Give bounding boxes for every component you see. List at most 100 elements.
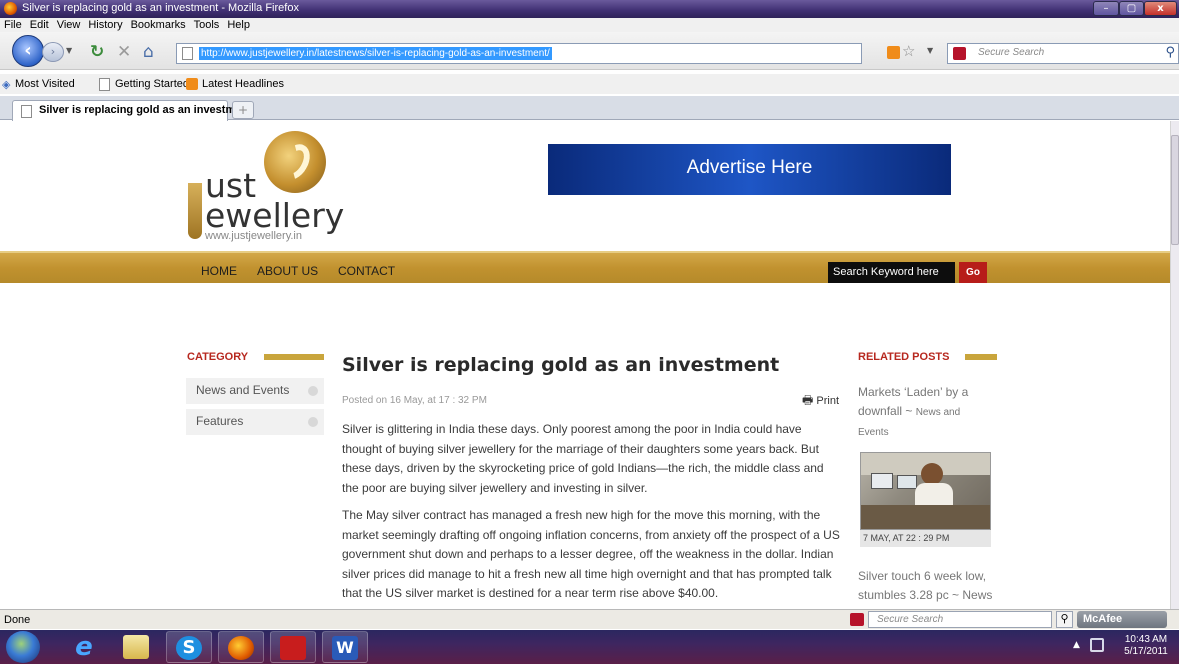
maximize-button[interactable]: ▢ <box>1119 1 1144 16</box>
url-text[interactable]: http://www.justjewellery.in/latestnews/s… <box>199 47 552 60</box>
related-post-1-category-cont: Events <box>858 427 889 438</box>
category-item-features[interactable]: Features <box>186 409 324 435</box>
taskbar-skype[interactable]: S <box>166 631 212 663</box>
bullet-icon <box>308 386 318 396</box>
search-placeholder: Secure Search <box>978 47 1045 58</box>
printer-icon: 🖶 <box>802 393 814 407</box>
taskbar-word[interactable]: W <box>322 631 368 663</box>
category-heading: CATEGORY <box>187 351 249 363</box>
taskbar-internet-explorer[interactable]: e <box>62 631 108 663</box>
article-posted-date: Posted on 16 May, at 17 : 32 PM <box>342 395 487 406</box>
taskbar-firefox[interactable] <box>218 631 264 663</box>
scrollbar-thumb[interactable] <box>1171 135 1179 245</box>
bookmarks-toolbar: ◈ Most Visited Getting Started Latest He… <box>0 74 1179 94</box>
stop-icon[interactable]: ✕ <box>117 42 131 62</box>
menu-view[interactable]: View <box>57 18 81 32</box>
taskbar-explorer[interactable] <box>114 631 160 663</box>
window-title-bar[interactable]: Silver is replacing gold as an investmen… <box>0 0 1179 18</box>
rss-feed-icon[interactable] <box>887 46 900 59</box>
bookmark-star-icon[interactable]: ☆ <box>902 42 915 60</box>
skype-icon: S <box>176 636 202 660</box>
print-label: Print <box>816 395 840 407</box>
url-dropdown-icon[interactable]: ▼ <box>927 46 933 55</box>
windows-taskbar: e S W ▲ 10:43 AM 5/17/2011 <box>0 630 1179 664</box>
most-visited-icon: ◈ <box>2 79 11 91</box>
menu-help[interactable]: Help <box>227 18 250 32</box>
related-post-photo[interactable] <box>860 452 991 530</box>
page-content: ust ewellery www.justjewellery.in Advert… <box>0 121 1170 609</box>
search-icon[interactable]: ⚲ <box>1165 45 1175 60</box>
status-bar: Done Secure Search ⚲ McAfee <box>0 609 1179 629</box>
nav-contact[interactable]: CONTACT <box>338 264 395 278</box>
category-heading-bar <box>264 354 324 360</box>
getting-started-icon <box>99 78 110 91</box>
bookmark-most-visited[interactable]: Most Visited <box>15 78 75 90</box>
site-search-input[interactable]: Search Keyword here <box>828 262 955 283</box>
navigation-toolbar: ‹ › ▼ ↻ ✕ ⌂ http://www.justjewellery.in/… <box>0 32 1179 70</box>
reload-icon[interactable]: ↻ <box>90 42 104 62</box>
firefox-icon <box>4 2 17 15</box>
bookmark-latest-headlines[interactable]: Latest Headlines <box>202 78 284 90</box>
close-button[interactable]: x <box>1144 1 1177 16</box>
mcafee-shield-icon[interactable] <box>850 613 864 626</box>
search-icon[interactable]: ⚲ <box>1056 611 1073 628</box>
firefox-icon <box>228 636 254 660</box>
start-button[interactable] <box>6 631 40 663</box>
back-button[interactable]: ‹ <box>12 35 44 67</box>
category-item-label: Features <box>196 414 244 428</box>
tab-active[interactable]: Silver is replacing gold as an investm..… <box>12 100 244 121</box>
vertical-scrollbar[interactable] <box>1170 121 1179 609</box>
nav-about-us[interactable]: ABOUT US <box>257 264 318 278</box>
article-title: Silver is replacing gold as an investmen… <box>342 354 780 376</box>
menu-edit[interactable]: Edit <box>30 18 49 32</box>
taskbar-acrobat[interactable] <box>270 631 316 663</box>
advertise-banner[interactable]: Advertise Here <box>548 144 951 195</box>
clock-date: 5/17/2011 <box>1124 646 1168 657</box>
menu-bookmarks[interactable]: Bookmarks <box>131 18 186 32</box>
related-post-photo-caption: 7 MAY, AT 22 : 29 PM <box>860 530 991 547</box>
related-post-2[interactable]: Silver touch 6 week low, stumbles 3.28 p… <box>858 567 1008 605</box>
tab-bar: Silver is replacing gold as an investm..… <box>0 96 1179 121</box>
mcafee-label: McAfee <box>1083 613 1123 625</box>
new-tab-button[interactable]: + <box>232 101 254 119</box>
home-icon[interactable]: ⌂ <box>143 42 154 62</box>
menu-bar: File Edit View History Bookmarks Tools Help <box>0 18 1179 32</box>
search-input[interactable]: Secure Search ⚲ <box>947 43 1179 64</box>
status-search-input[interactable]: Secure Search <box>868 611 1052 628</box>
window-title: Silver is replacing gold as an investmen… <box>22 2 299 14</box>
status-text: Done <box>4 614 31 626</box>
category-item-news-and-events[interactable]: News and Events <box>186 378 324 404</box>
related-post-1-line2: downfall ~ <box>858 404 916 418</box>
logo-text-line2[interactable]: ewellery <box>205 199 344 232</box>
network-icon[interactable] <box>1090 638 1104 652</box>
category-item-label: News and Events <box>196 383 290 397</box>
folder-icon <box>123 635 149 659</box>
internet-explorer-icon: e <box>75 632 93 662</box>
page-icon <box>21 105 32 118</box>
bullet-icon <box>308 417 318 427</box>
url-bar[interactable]: http://www.justjewellery.in/latestnews/s… <box>176 43 862 64</box>
rss-feed-icon <box>186 78 198 90</box>
system-clock[interactable]: 10:43 AM 5/17/2011 <box>1118 634 1174 658</box>
acrobat-icon <box>280 636 306 660</box>
page-icon <box>182 47 193 60</box>
related-post-2-category: News <box>962 588 993 602</box>
related-posts-heading: RELATED POSTS <box>858 351 950 363</box>
tray-expand-icon[interactable]: ▲ <box>1073 640 1080 650</box>
history-dropdown-icon[interactable]: ▼ <box>66 46 72 55</box>
menu-file[interactable]: File <box>4 18 22 32</box>
mcafee-button[interactable]: McAfee <box>1077 611 1167 628</box>
nav-home[interactable]: HOME <box>201 264 237 278</box>
menu-tools[interactable]: Tools <box>194 18 220 32</box>
related-post-1-category: News and <box>915 407 961 418</box>
related-post-1[interactable]: Markets ‘Laden’ by a downfall ~ News and… <box>858 383 998 442</box>
bookmark-getting-started[interactable]: Getting Started <box>115 78 189 90</box>
forward-button[interactable]: › <box>42 42 64 62</box>
menu-history[interactable]: History <box>88 18 122 32</box>
print-button[interactable]: 🖶 Print <box>802 391 839 412</box>
article-paragraph-1: Silver is glittering in India these days… <box>342 422 824 495</box>
site-search-go-button[interactable]: Go <box>959 262 987 283</box>
mcafee-shield-icon[interactable] <box>953 47 966 60</box>
minimize-button[interactable]: – <box>1093 1 1119 16</box>
site-navigation-bar: HOME ABOUT US CONTACT Search Keyword her… <box>0 251 1170 283</box>
